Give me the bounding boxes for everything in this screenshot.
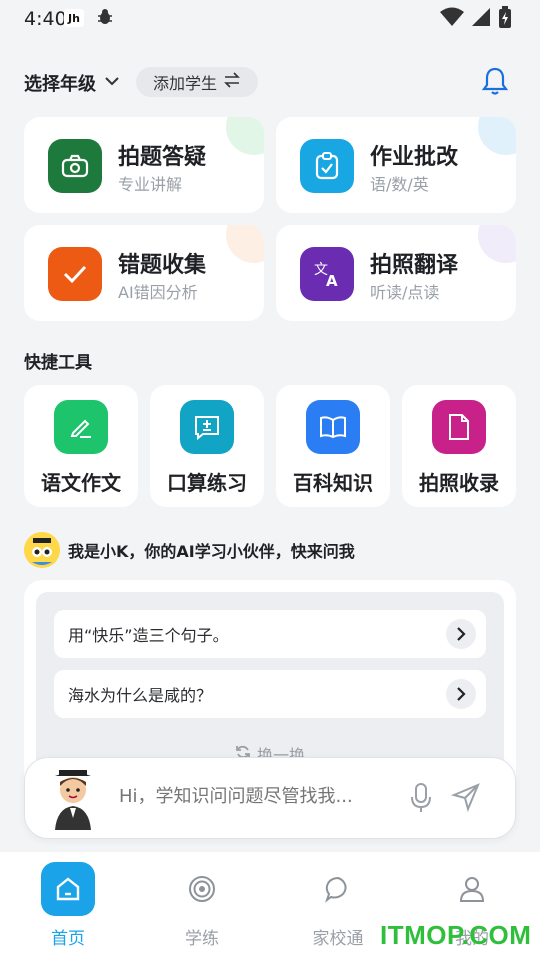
- suggested-question[interactable]: 海水为什么是咸的？: [54, 670, 486, 718]
- bell-icon[interactable]: [480, 66, 510, 96]
- home-icon: [41, 862, 95, 916]
- camera-icon: [48, 139, 102, 193]
- tool-chinese-essay[interactable]: 语文作文: [24, 385, 138, 507]
- translate-icon: 文A: [300, 247, 354, 301]
- chevron-right-icon: [446, 679, 476, 709]
- chevron-down-icon: [104, 73, 120, 94]
- feature-card-title: 拍照翻译: [370, 253, 459, 278]
- assistant-intro-text: 我是小K，你的AI学习小伙伴，快来问我: [68, 542, 355, 561]
- person-icon: [445, 862, 499, 916]
- tool-label: 拍照收录: [419, 471, 499, 495]
- status-time: 4:40: [24, 8, 67, 30]
- feature-card-subtitle: 语/数/英: [370, 175, 429, 194]
- watermark: ITMOP.COM: [380, 920, 532, 950]
- assistant-avatar-icon: [47, 768, 99, 832]
- chat-bar: [24, 757, 516, 839]
- status-bar: 4:40 Jh: [0, 0, 540, 36]
- tab-home[interactable]: 首页: [18, 862, 118, 949]
- suggested-question[interactable]: 用“快乐”造三个句子。: [54, 610, 486, 658]
- feature-card-photo-question[interactable]: 拍题答疑 专业讲解: [24, 117, 264, 213]
- grade-select[interactable]: 选择年级: [24, 70, 120, 96]
- clipboard-check-icon: [300, 139, 354, 193]
- tool-mental-math[interactable]: 口算练习: [150, 385, 264, 507]
- suggested-questions-panel: 用“快乐”造三个句子。 海水为什么是咸的？ 换一换: [36, 592, 504, 782]
- svg-text:A: A: [326, 272, 338, 288]
- battery-icon: [498, 6, 512, 32]
- feature-card-homework-correction[interactable]: 作业批改 语/数/英: [276, 117, 516, 213]
- tab-label: 家校通: [312, 929, 364, 949]
- chevron-right-icon: [446, 619, 476, 649]
- tab-label: 学练: [185, 929, 219, 949]
- app-notification-icon: Jh: [64, 9, 84, 27]
- tool-photo-archive[interactable]: 拍照收录: [402, 385, 516, 507]
- tab-label: 首页: [51, 929, 85, 949]
- target-icon: [175, 862, 229, 916]
- book-icon: [306, 400, 360, 454]
- swap-icon: [223, 72, 241, 92]
- chat-bubble-icon: [311, 862, 365, 916]
- feature-card-photo-translate[interactable]: 文A 拍照翻译 听读/点读: [276, 225, 516, 321]
- tool-label: 语文作文: [41, 471, 121, 495]
- tool-encyclopedia[interactable]: 百科知识: [276, 385, 390, 507]
- check-icon: [48, 247, 102, 301]
- send-icon[interactable]: [450, 782, 481, 816]
- assistant-intro: 我是小K，你的AI学习小伙伴，快来问我: [24, 532, 355, 568]
- question-text: 海水为什么是咸的？: [68, 686, 213, 705]
- tab-home-school[interactable]: 家校通: [288, 862, 388, 949]
- microphone-icon[interactable]: [409, 782, 433, 818]
- document-icon: [432, 400, 486, 454]
- quick-tools-title: 快捷工具: [24, 353, 92, 373]
- feature-card-subtitle: 听读/点读: [370, 283, 440, 302]
- tool-label: 百科知识: [293, 471, 373, 495]
- tool-label: 口算练习: [167, 471, 247, 495]
- owl-avatar-icon: [24, 532, 60, 568]
- pencil-icon: [54, 400, 108, 454]
- feature-card-mistake-collection[interactable]: 错题收集 AI错因分析: [24, 225, 264, 321]
- tab-practice[interactable]: 学练: [152, 862, 252, 949]
- signal-icon: [470, 7, 492, 31]
- grade-select-label: 选择年级: [24, 74, 96, 95]
- feature-card-title: 拍题答疑: [118, 145, 207, 170]
- calculator-chat-icon: [180, 400, 234, 454]
- add-student-button[interactable]: 添加学生: [136, 67, 258, 97]
- wifi-icon: [440, 7, 464, 31]
- chat-input[interactable]: [119, 786, 389, 807]
- feature-card-subtitle: AI错因分析: [118, 283, 198, 302]
- feature-card-subtitle: 专业讲解: [118, 175, 183, 194]
- question-text: 用“快乐”造三个句子。: [68, 626, 229, 645]
- feature-card-title: 错题收集: [118, 253, 207, 278]
- bug-icon: [96, 8, 114, 31]
- add-student-label: 添加学生: [152, 74, 217, 93]
- feature-card-title: 作业批改: [370, 145, 459, 170]
